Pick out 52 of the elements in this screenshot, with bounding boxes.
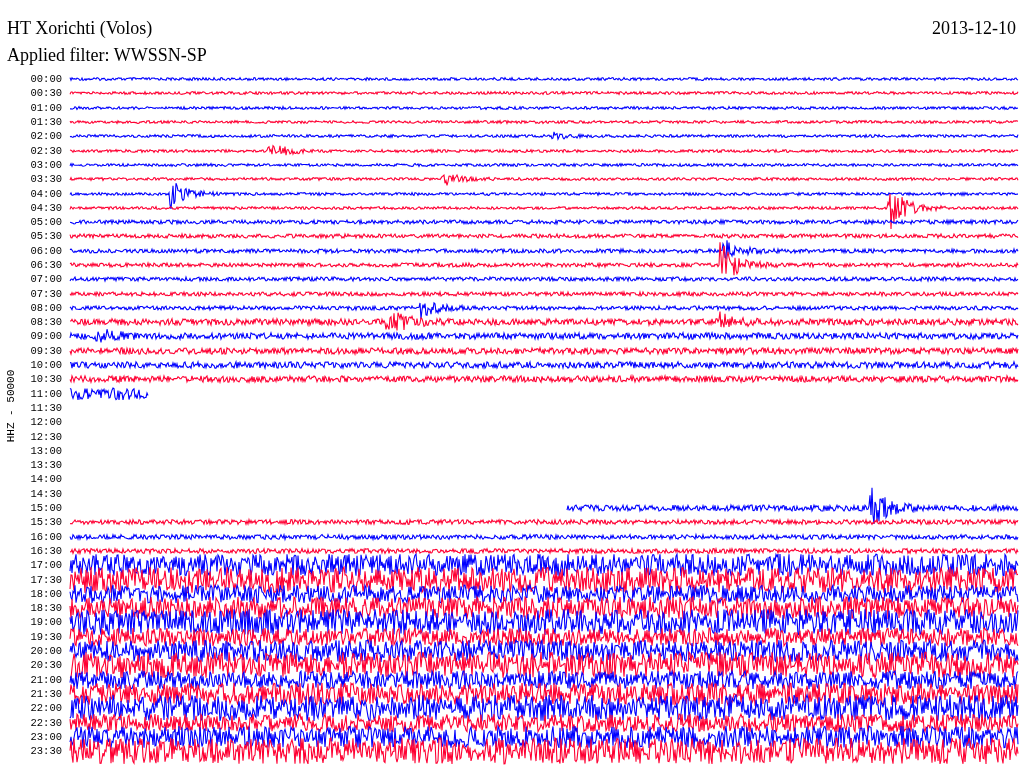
time-label: 22:00 bbox=[29, 701, 62, 716]
time-label: 08:00 bbox=[29, 300, 62, 315]
time-label: 07:00 bbox=[29, 272, 62, 287]
time-label: 04:00 bbox=[29, 186, 62, 201]
time-label: 15:00 bbox=[29, 501, 62, 516]
time-label: 17:00 bbox=[29, 558, 62, 573]
time-label: 22:30 bbox=[29, 715, 62, 730]
time-label: 02:00 bbox=[29, 129, 62, 144]
time-label: 13:30 bbox=[29, 458, 62, 473]
channel-axis-label: HHZ - 50000 bbox=[5, 369, 17, 443]
time-label: 16:00 bbox=[29, 529, 62, 544]
time-label: 11:30 bbox=[29, 400, 62, 415]
time-label: 18:30 bbox=[29, 601, 62, 616]
time-label: 23:30 bbox=[29, 744, 62, 759]
time-label: 18:00 bbox=[29, 586, 62, 601]
time-label: 07:30 bbox=[29, 286, 62, 301]
time-label: 16:30 bbox=[29, 543, 62, 558]
time-label: 21:00 bbox=[29, 672, 62, 687]
time-label: 10:00 bbox=[29, 358, 62, 373]
time-label: 09:30 bbox=[29, 343, 62, 358]
time-label: 17:30 bbox=[29, 572, 62, 587]
time-label: 04:30 bbox=[29, 200, 62, 215]
time-label: 21:30 bbox=[29, 686, 62, 701]
station-title: HT Xorichti (Volos) bbox=[7, 18, 153, 39]
time-label: 03:30 bbox=[29, 172, 62, 187]
time-label: 19:00 bbox=[29, 615, 62, 630]
time-label: 01:00 bbox=[29, 100, 62, 115]
time-label: 06:30 bbox=[29, 258, 62, 272]
time-label: 11:00 bbox=[29, 386, 62, 401]
time-label: 12:00 bbox=[29, 415, 62, 430]
record-date: 2013-12-10 bbox=[932, 18, 1016, 39]
time-label: 06:00 bbox=[29, 243, 62, 258]
time-label: 03:00 bbox=[29, 157, 62, 172]
time-label: 15:30 bbox=[29, 515, 62, 530]
filter-label: Applied filter: WWSSN-SP bbox=[7, 45, 207, 65]
time-label: 10:30 bbox=[29, 372, 62, 387]
time-label: 19:30 bbox=[29, 629, 62, 644]
time-label: 20:00 bbox=[29, 644, 62, 658]
time-label: 01:30 bbox=[29, 115, 62, 130]
time-label: 05:00 bbox=[29, 215, 62, 230]
time-label: 13:00 bbox=[29, 443, 62, 458]
time-label: 00:00 bbox=[29, 72, 62, 87]
time-label: 12:30 bbox=[29, 429, 62, 444]
time-label: 23:00 bbox=[29, 729, 62, 744]
time-label: 05:30 bbox=[29, 229, 62, 244]
time-label: 08:30 bbox=[29, 315, 62, 330]
time-label: 09:00 bbox=[29, 329, 62, 344]
time-label: 14:30 bbox=[29, 486, 62, 501]
time-label: 02:30 bbox=[29, 143, 62, 158]
time-label: 14:00 bbox=[29, 472, 62, 487]
time-label: 00:30 bbox=[29, 86, 62, 101]
time-label: 20:30 bbox=[29, 658, 62, 673]
